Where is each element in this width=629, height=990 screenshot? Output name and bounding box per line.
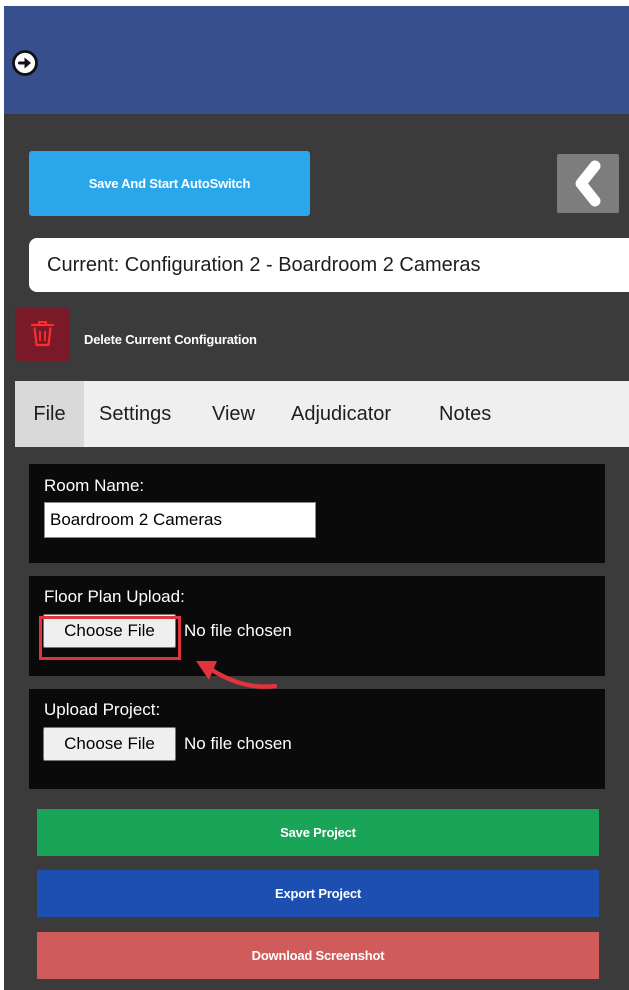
upload-project-choose-file-label: Choose File — [64, 734, 155, 753]
tab-file-label: File — [33, 402, 66, 425]
save-and-start-autoswitch-button[interactable]: Save And Start AutoSwitch — [29, 151, 310, 216]
tab-view[interactable]: View — [212, 381, 255, 447]
delete-configuration-label: Delete Current Configuration — [84, 332, 257, 347]
config-panel: Save And Start AutoSwitch Current: Confi… — [4, 6, 629, 990]
save-and-start-autoswitch-label: Save And Start AutoSwitch — [88, 176, 251, 191]
upload-project-file-status: No file chosen — [184, 734, 292, 753]
upload-project-card: Upload Project: Choose File No file chos… — [29, 689, 605, 789]
save-project-button[interactable]: Save Project — [37, 809, 599, 856]
save-project-label: Save Project — [280, 825, 356, 840]
top-bar — [4, 6, 629, 114]
exit-arrow-icon[interactable] — [10, 48, 40, 78]
highlight-annotation-box — [39, 616, 181, 660]
floor-plan-upload-label: Floor Plan Upload: — [44, 587, 185, 606]
tab-notes-label: Notes — [439, 402, 492, 425]
room-name-label: Room Name: — [44, 476, 145, 495]
download-screenshot-button[interactable]: Download Screenshot — [37, 932, 599, 979]
tab-settings-label: Settings — [99, 402, 172, 425]
delete-configuration-button[interactable] — [15, 308, 70, 361]
export-project-button[interactable]: Export Project — [37, 870, 599, 917]
room-name-card: Room Name: — [29, 464, 605, 563]
export-project-label: Export Project — [274, 886, 362, 901]
current-configuration-text: Current: Configuration 2 - Boardroom 2 C… — [47, 253, 481, 276]
download-screenshot-label: Download Screenshot — [251, 948, 385, 963]
tab-settings[interactable]: Settings — [99, 381, 171, 447]
tab-file[interactable]: File — [15, 381, 84, 447]
tab-view-label: View — [212, 402, 255, 425]
room-name-input[interactable] — [44, 502, 316, 538]
current-configuration-display: Current: Configuration 2 - Boardroom 2 C… — [29, 238, 629, 292]
tab-bar: File Settings View Adjudicator Notes — [15, 381, 629, 447]
trash-icon — [30, 321, 55, 347]
upload-project-label: Upload Project: — [44, 700, 161, 719]
tab-adjudicator-label: Adjudicator — [291, 402, 392, 425]
tab-notes[interactable]: Notes — [439, 381, 491, 447]
chevron-left-icon — [575, 160, 601, 207]
upload-project-choose-file-button[interactable]: Choose File — [43, 727, 176, 761]
tab-adjudicator[interactable]: Adjudicator — [291, 381, 391, 447]
collapse-panel-button[interactable] — [557, 154, 619, 213]
floor-plan-file-status: No file chosen — [184, 621, 292, 640]
annotation-arrow-icon — [184, 646, 284, 696]
